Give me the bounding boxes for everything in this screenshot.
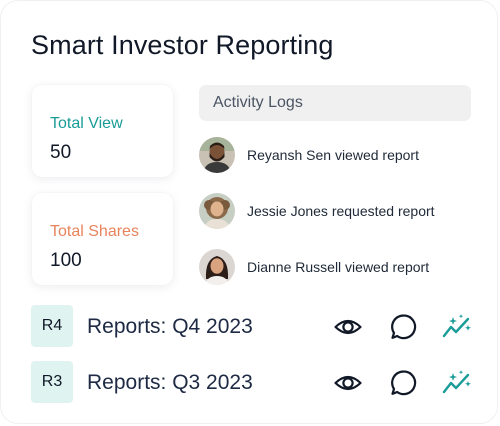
total-views-value: 50	[50, 142, 72, 163]
report-name[interactable]: Reports: Q4 2023	[87, 315, 253, 339]
eye-icon[interactable]	[333, 368, 363, 398]
sparkle-chart-icon[interactable]	[441, 368, 471, 398]
activity-log-text: Reyansh Sen viewed report	[247, 147, 419, 163]
activity-logs-title: Activity Logs	[213, 94, 303, 111]
comment-icon[interactable]	[389, 312, 419, 342]
activity-log-item: Dianne Russell viewed report	[199, 249, 489, 285]
sparkle-chart-icon[interactable]	[441, 312, 471, 342]
total-views-label: Total View	[50, 115, 123, 132]
activity-log-text: Dianne Russell viewed report	[247, 259, 430, 275]
page-title: Smart Investor Reporting	[31, 30, 334, 60]
total-shares-value: 100	[50, 250, 82, 271]
investor-reporting-card: Smart Investor Reporting Total View 50 T…	[0, 0, 498, 424]
report-row-q3[interactable]: R3 Reports: Q3 2023	[31, 361, 481, 403]
avatar	[199, 137, 235, 173]
report-badge: R3	[31, 361, 73, 403]
activity-logs-header: Activity Logs	[199, 85, 471, 121]
total-views-card: Total View 50	[32, 85, 173, 177]
activity-log-item: Reyansh Sen viewed report	[199, 137, 489, 173]
activity-log-text: Jessie Jones requested report	[247, 203, 435, 219]
report-name[interactable]: Reports: Q3 2023	[87, 371, 253, 395]
total-shares-card: Total Shares 100	[32, 193, 173, 285]
total-shares-label: Total Shares	[50, 223, 139, 240]
avatar	[199, 193, 235, 229]
avatar	[199, 249, 235, 285]
report-badge: R4	[31, 305, 73, 347]
activity-log-item: Jessie Jones requested report	[199, 193, 489, 229]
eye-icon[interactable]	[333, 312, 363, 342]
comment-icon[interactable]	[389, 368, 419, 398]
report-row-q4[interactable]: R4 Reports: Q4 2023	[31, 305, 481, 347]
